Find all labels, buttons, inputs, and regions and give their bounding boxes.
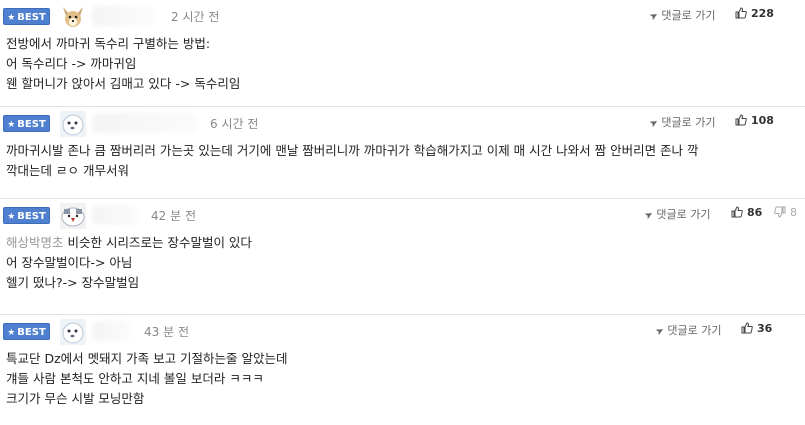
thumbs-up-icon bbox=[731, 206, 743, 218]
comment-text: 비슷한 시리즈로는 장수말벌이 있다 bbox=[67, 235, 252, 250]
like-button[interactable]: 86 bbox=[731, 206, 762, 219]
avatar[interactable] bbox=[60, 203, 86, 229]
star-icon: ★ bbox=[7, 212, 16, 222]
comment-item: ★ BEST 2 시간 전 ➤댓글로 가기 228 전방에서 까마귀 독수리 구별… bbox=[0, 0, 805, 107]
arrow-icon: ➤ bbox=[647, 9, 661, 24]
go-to-reply-link[interactable]: ➤댓글로 가기 bbox=[653, 322, 722, 339]
reply-label: 댓글로 가기 bbox=[656, 208, 711, 221]
avatar[interactable] bbox=[60, 111, 86, 137]
comment-time: 42 분 전 bbox=[151, 209, 196, 223]
arrow-icon: ➤ bbox=[653, 324, 667, 339]
reply-label: 댓글로 가기 bbox=[661, 9, 716, 22]
comment-line: 걔들 사람 본척도 안하고 지네 볼일 보더라 ㅋㅋㅋ bbox=[6, 371, 264, 386]
nickname-blurred[interactable] bbox=[92, 321, 130, 341]
best-badge: ★ BEST bbox=[3, 323, 50, 340]
go-to-reply-link[interactable]: ➤댓글로 가기 bbox=[642, 206, 711, 223]
like-count: 86 bbox=[747, 206, 763, 219]
comment-line: 전방에서 까마귀 독수리 구별하는 방법: bbox=[6, 36, 211, 51]
best-badge: ★ BEST bbox=[3, 115, 50, 132]
comment-time: 2 시간 전 bbox=[171, 10, 220, 24]
go-to-reply-link[interactable]: ➤댓글로 가기 bbox=[647, 114, 716, 131]
avatar[interactable] bbox=[60, 4, 86, 30]
arrow-icon: ➤ bbox=[642, 208, 656, 223]
comment-line: 웬 할머니가 앉아서 김매고 있다 -> 독수리임 bbox=[6, 76, 241, 91]
comment-item: ★ BEST 42 분 전 ➤댓글로 가기 86 8 해상박명초 비슷한 시리즈로… bbox=[0, 199, 805, 315]
comment-line: 어 독수리다 -> 까마귀임 bbox=[6, 56, 137, 71]
star-icon: ★ bbox=[7, 13, 16, 23]
comment-time: 6 시간 전 bbox=[210, 117, 259, 131]
avatar[interactable] bbox=[60, 319, 86, 345]
comment-line: 까마귀시발 존나 큼 짬버리러 가는곳 있는데 거기에 맨날 짬버리니까 까마귀… bbox=[6, 143, 699, 158]
comment-line: 헬기 떴나?-> 장수말벌임 bbox=[6, 275, 140, 290]
nickname-blurred[interactable] bbox=[92, 205, 137, 225]
thumbs-up-icon bbox=[735, 114, 747, 126]
mention-nickname[interactable]: 해상박명초 bbox=[6, 235, 64, 250]
comment-body: 특교단 Dz에서 멧돼지 가족 보고 기절하는줄 알았는데 걔들 사람 본척도 … bbox=[0, 349, 805, 409]
dislike-count: 8 bbox=[790, 206, 797, 219]
arrow-icon: ➤ bbox=[647, 116, 661, 131]
comment-line: 어 장수말벌이다-> 아님 bbox=[6, 255, 133, 270]
best-label: BEST bbox=[17, 327, 46, 338]
like-count: 36 bbox=[757, 322, 773, 335]
comment-line: 특교단 Dz에서 멧돼지 가족 보고 기절하는줄 알았는데 bbox=[6, 351, 288, 366]
comment-line: 깍대는데 ㄹㅇ 개무서워 bbox=[6, 163, 129, 178]
comment-body: 까마귀시발 존나 큼 짬버리러 가는곳 있는데 거기에 맨날 짬버리니까 까마귀… bbox=[0, 141, 805, 181]
dislike-button[interactable]: 8 bbox=[774, 206, 797, 219]
thumbs-down-icon bbox=[774, 206, 786, 218]
nickname-blurred[interactable] bbox=[92, 113, 197, 133]
like-count: 108 bbox=[751, 114, 774, 127]
reply-label: 댓글로 가기 bbox=[661, 116, 716, 129]
comment-body: 해상박명초 비슷한 시리즈로는 장수말벌이 있다 어 장수말벌이다-> 아님 헬… bbox=[0, 233, 805, 293]
comment-item: ★ BEST 43 분 전 ➤댓글로 가기 36 특교단 Dz에서 멧돼지 가족 … bbox=[0, 315, 805, 425]
like-count: 228 bbox=[751, 7, 774, 20]
best-label: BEST bbox=[17, 211, 46, 222]
like-button[interactable]: 228 bbox=[735, 7, 774, 20]
like-button[interactable]: 108 bbox=[735, 114, 774, 127]
best-badge: ★ BEST bbox=[3, 207, 50, 224]
best-label: BEST bbox=[17, 12, 46, 23]
comment-time: 43 분 전 bbox=[144, 325, 189, 339]
thumbs-up-icon bbox=[735, 7, 747, 19]
comment-line: 해상박명초 비슷한 시리즈로는 장수말벌이 있다 bbox=[6, 233, 805, 253]
go-to-reply-link[interactable]: ➤댓글로 가기 bbox=[647, 7, 716, 24]
star-icon: ★ bbox=[7, 120, 16, 130]
best-label: BEST bbox=[17, 119, 46, 130]
reply-label: 댓글로 가기 bbox=[667, 324, 722, 337]
star-icon: ★ bbox=[7, 328, 16, 338]
comment-item: ★ BEST 6 시간 전 ➤댓글로 가기 108 까마귀시발 존나 큼 짬버리러… bbox=[0, 107, 805, 199]
comment-body: 전방에서 까마귀 독수리 구별하는 방법: 어 독수리다 -> 까마귀임 웬 할… bbox=[0, 34, 805, 94]
like-button[interactable]: 36 bbox=[741, 322, 772, 335]
comment-line: 크기가 무슨 시발 모닝만함 bbox=[6, 391, 145, 406]
nickname-blurred[interactable] bbox=[92, 6, 154, 26]
best-badge: ★ BEST bbox=[3, 8, 50, 25]
thumbs-up-icon bbox=[741, 322, 753, 334]
